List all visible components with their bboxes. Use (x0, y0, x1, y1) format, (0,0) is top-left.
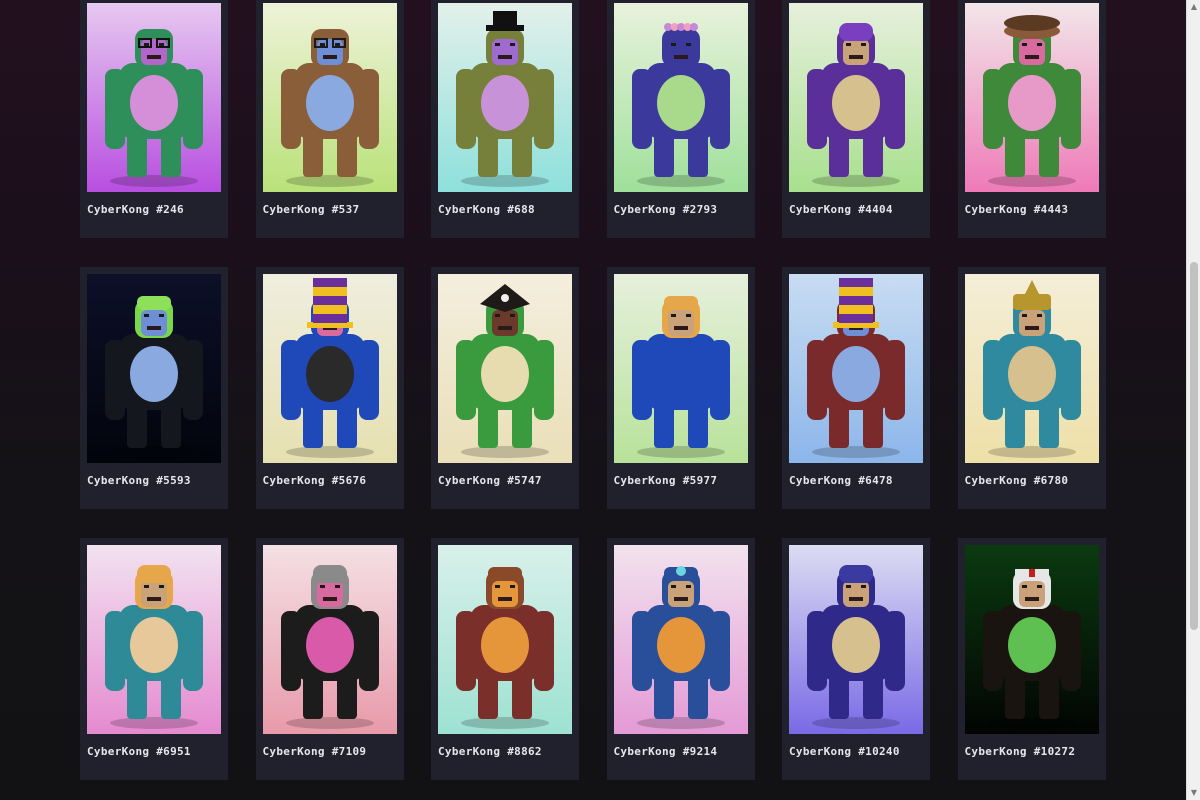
nft-card[interactable]: CyberKong #2793 (606, 0, 755, 238)
nft-image[interactable] (613, 3, 748, 192)
nft-card-label: CyberKong #10240 (789, 745, 900, 758)
nft-card-label: CyberKong #9214 (613, 745, 718, 758)
nft-card[interactable]: CyberKong #4443 (957, 0, 1106, 238)
nft-card-label: CyberKong #2793 (613, 203, 718, 216)
nft-card-label: CyberKong #246 (87, 203, 184, 216)
nft-card-label: CyberKong #6478 (789, 474, 893, 487)
nft-image[interactable] (613, 545, 748, 734)
nft-card-label: CyberKong #5747 (438, 474, 542, 487)
nft-card[interactable]: CyberKong #7109 (255, 538, 404, 780)
nft-card[interactable]: CyberKong #9214 (606, 538, 755, 780)
scrollbar-thumb[interactable] (1190, 262, 1198, 630)
nft-card[interactable]: CyberKong #6780 (957, 267, 1106, 509)
nft-card[interactable]: CyberKong #6478 (782, 267, 930, 509)
nft-image[interactable] (262, 3, 397, 192)
nft-card[interactable]: CyberKong #4404 (782, 0, 930, 238)
nft-card-label: CyberKong #8862 (438, 745, 542, 758)
nft-card-label: CyberKong #537 (262, 203, 360, 216)
nft-card-label: CyberKong #6951 (87, 745, 191, 758)
nft-card-label: CyberKong #5676 (262, 474, 367, 487)
nft-image[interactable] (789, 545, 923, 734)
nft-image[interactable] (438, 274, 572, 463)
nft-card[interactable]: CyberKong #5747 (431, 267, 579, 509)
nft-card-label: CyberKong #5977 (613, 474, 718, 487)
nft-card[interactable]: CyberKong #688 (431, 0, 579, 238)
nft-image[interactable] (438, 545, 572, 734)
vertical-scrollbar[interactable]: ▲ ▼ (1186, 0, 1200, 800)
nft-image[interactable] (438, 3, 572, 192)
nft-card-label: CyberKong #7109 (262, 745, 367, 758)
nft-card[interactable]: CyberKong #537 (255, 0, 404, 238)
scroll-down-arrow-icon[interactable]: ▼ (1187, 786, 1200, 800)
nft-card[interactable]: CyberKong #5676 (255, 267, 404, 509)
nft-gallery-grid: CyberKong #246 CyberKong #537 CyberKong #6… (80, 0, 1106, 780)
nft-image[interactable] (262, 545, 397, 734)
nft-image[interactable] (87, 274, 221, 463)
nft-image[interactable] (262, 274, 397, 463)
nft-card[interactable]: CyberKong #8862 (431, 538, 579, 780)
nft-card-label: CyberKong #4404 (789, 203, 893, 216)
nft-card[interactable]: CyberKong #5593 (80, 267, 228, 509)
scroll-up-arrow-icon[interactable]: ▲ (1187, 0, 1200, 14)
nft-card-label: CyberKong #688 (438, 203, 535, 216)
nft-image[interactable] (789, 3, 923, 192)
nft-image[interactable] (964, 3, 1099, 192)
nft-image[interactable] (613, 274, 748, 463)
nft-card-label: CyberKong #4443 (964, 203, 1069, 216)
nft-image[interactable] (87, 545, 221, 734)
nft-card[interactable]: CyberKong #5977 (606, 267, 755, 509)
nft-image[interactable] (964, 545, 1099, 734)
nft-card[interactable]: CyberKong #10240 (782, 538, 930, 780)
gallery-page: CyberKong #246 CyberKong #537 CyberKong #6… (0, 0, 1186, 800)
nft-image[interactable] (789, 274, 923, 463)
nft-image[interactable] (87, 3, 221, 192)
nft-card-label: CyberKong #10272 (964, 745, 1076, 758)
nft-card-label: CyberKong #5593 (87, 474, 191, 487)
nft-card[interactable]: CyberKong #246 (80, 0, 228, 238)
nft-card-label: CyberKong #6780 (964, 474, 1069, 487)
nft-card[interactable]: CyberKong #10272 (957, 538, 1106, 780)
nft-image[interactable] (964, 274, 1099, 463)
nft-card[interactable]: CyberKong #6951 (80, 538, 228, 780)
